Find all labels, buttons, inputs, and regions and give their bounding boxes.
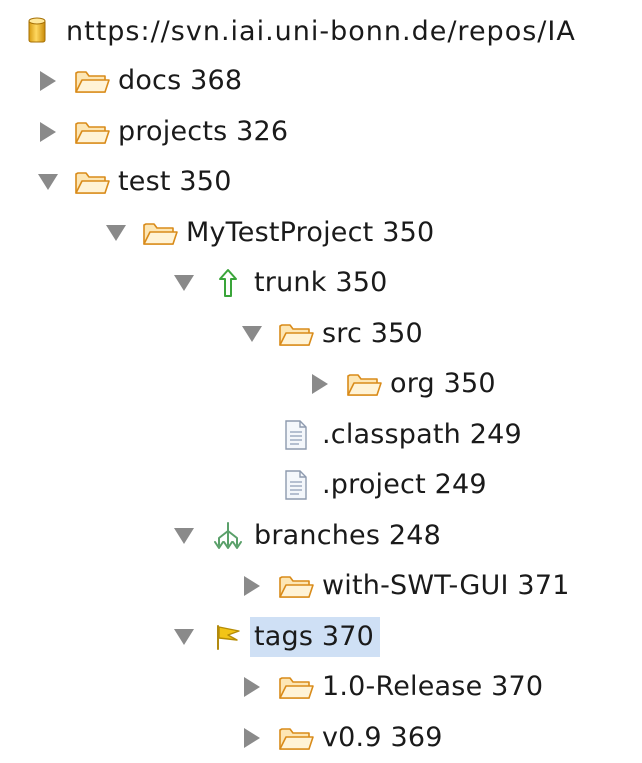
tree-node-src-350[interactable]: src 350 (238, 309, 427, 359)
tree-node-with-swt-gui-371[interactable]: with-SWT-GUI 371 (238, 561, 574, 611)
tree-node-projects-326[interactable]: projects 326 (34, 107, 292, 157)
tree-node-label: test 350 (118, 166, 232, 197)
expand-triangle-icon[interactable] (238, 572, 266, 600)
tree-node-label: .project 249 (322, 469, 487, 500)
tree-node-v0-9-369[interactable]: v0.9 369 (238, 713, 447, 763)
tree-node-trunk-350[interactable]: trunk 350 (170, 258, 391, 308)
folder-icon (278, 722, 314, 754)
svn-repository-tree: nttps://svn.iai.uni-bonn.de/repos/IA doc… (0, 0, 642, 753)
folder-icon (278, 318, 314, 350)
repository-root-row[interactable]: nttps://svn.iai.uni-bonn.de/repos/IA (24, 6, 576, 56)
tree-node-label: tags 370 (250, 617, 381, 657)
expand-triangle-icon[interactable] (34, 67, 62, 95)
tree-node-docs-368[interactable]: docs 368 (34, 56, 246, 106)
trunk-arrow-icon (210, 267, 246, 299)
tree-node-label: docs 368 (118, 65, 243, 96)
folder-icon (142, 217, 178, 249)
tree-node-label: org 350 (390, 368, 496, 399)
collapse-triangle-icon[interactable] (170, 522, 198, 550)
expand-triangle-icon[interactable] (238, 724, 266, 752)
tree-node-label: MyTestProject 350 (186, 217, 435, 248)
tree-node-label: src 350 (322, 318, 423, 349)
tree-node-label: with-SWT-GUI 371 (322, 570, 570, 601)
tag-flag-icon (210, 621, 246, 653)
file-icon (278, 419, 314, 451)
folder-icon (74, 65, 110, 97)
tree-node-label: trunk 350 (254, 267, 388, 298)
tree-node-label: v0.9 369 (322, 722, 443, 753)
folder-icon (74, 166, 110, 198)
collapse-triangle-icon[interactable] (102, 219, 130, 247)
repository-url-label: nttps://svn.iai.uni-bonn.de/repos/IA (66, 15, 576, 47)
folder-icon (346, 368, 382, 400)
folder-icon (278, 570, 314, 602)
folder-icon (278, 671, 314, 703)
tree-node-label: projects 326 (118, 116, 289, 147)
tree-node-branches-248[interactable]: branches 248 (170, 511, 445, 561)
expand-triangle-icon[interactable] (306, 370, 334, 398)
collapse-triangle-icon[interactable] (238, 320, 266, 348)
folder-icon (74, 116, 110, 148)
branches-icon (210, 520, 246, 552)
tree-node-label: .classpath 249 (322, 419, 522, 450)
collapse-triangle-icon[interactable] (170, 623, 198, 651)
repository-cylinder-icon (24, 15, 50, 47)
tree-node-label: branches 248 (254, 520, 442, 551)
tree-node-org-350[interactable]: org 350 (306, 359, 500, 409)
expand-triangle-icon[interactable] (238, 673, 266, 701)
expand-triangle-icon[interactable] (34, 118, 62, 146)
tree-node-label: 1.0-Release 370 (322, 671, 544, 702)
file-icon (278, 469, 314, 501)
collapse-triangle-icon[interactable] (34, 168, 62, 196)
tree-node-test-350[interactable]: test 350 (34, 157, 236, 207)
tree-node-mytestproject-350[interactable]: MyTestProject 350 (102, 208, 438, 258)
tree-node-tags-370[interactable]: tags 370 (170, 612, 381, 662)
tree-node-1-0-release-370[interactable]: 1.0-Release 370 (238, 662, 547, 712)
tree-node-classpath-249[interactable]: .classpath 249 (238, 410, 526, 460)
tree-node-project-249[interactable]: .project 249 (238, 460, 491, 510)
collapse-triangle-icon[interactable] (170, 269, 198, 297)
